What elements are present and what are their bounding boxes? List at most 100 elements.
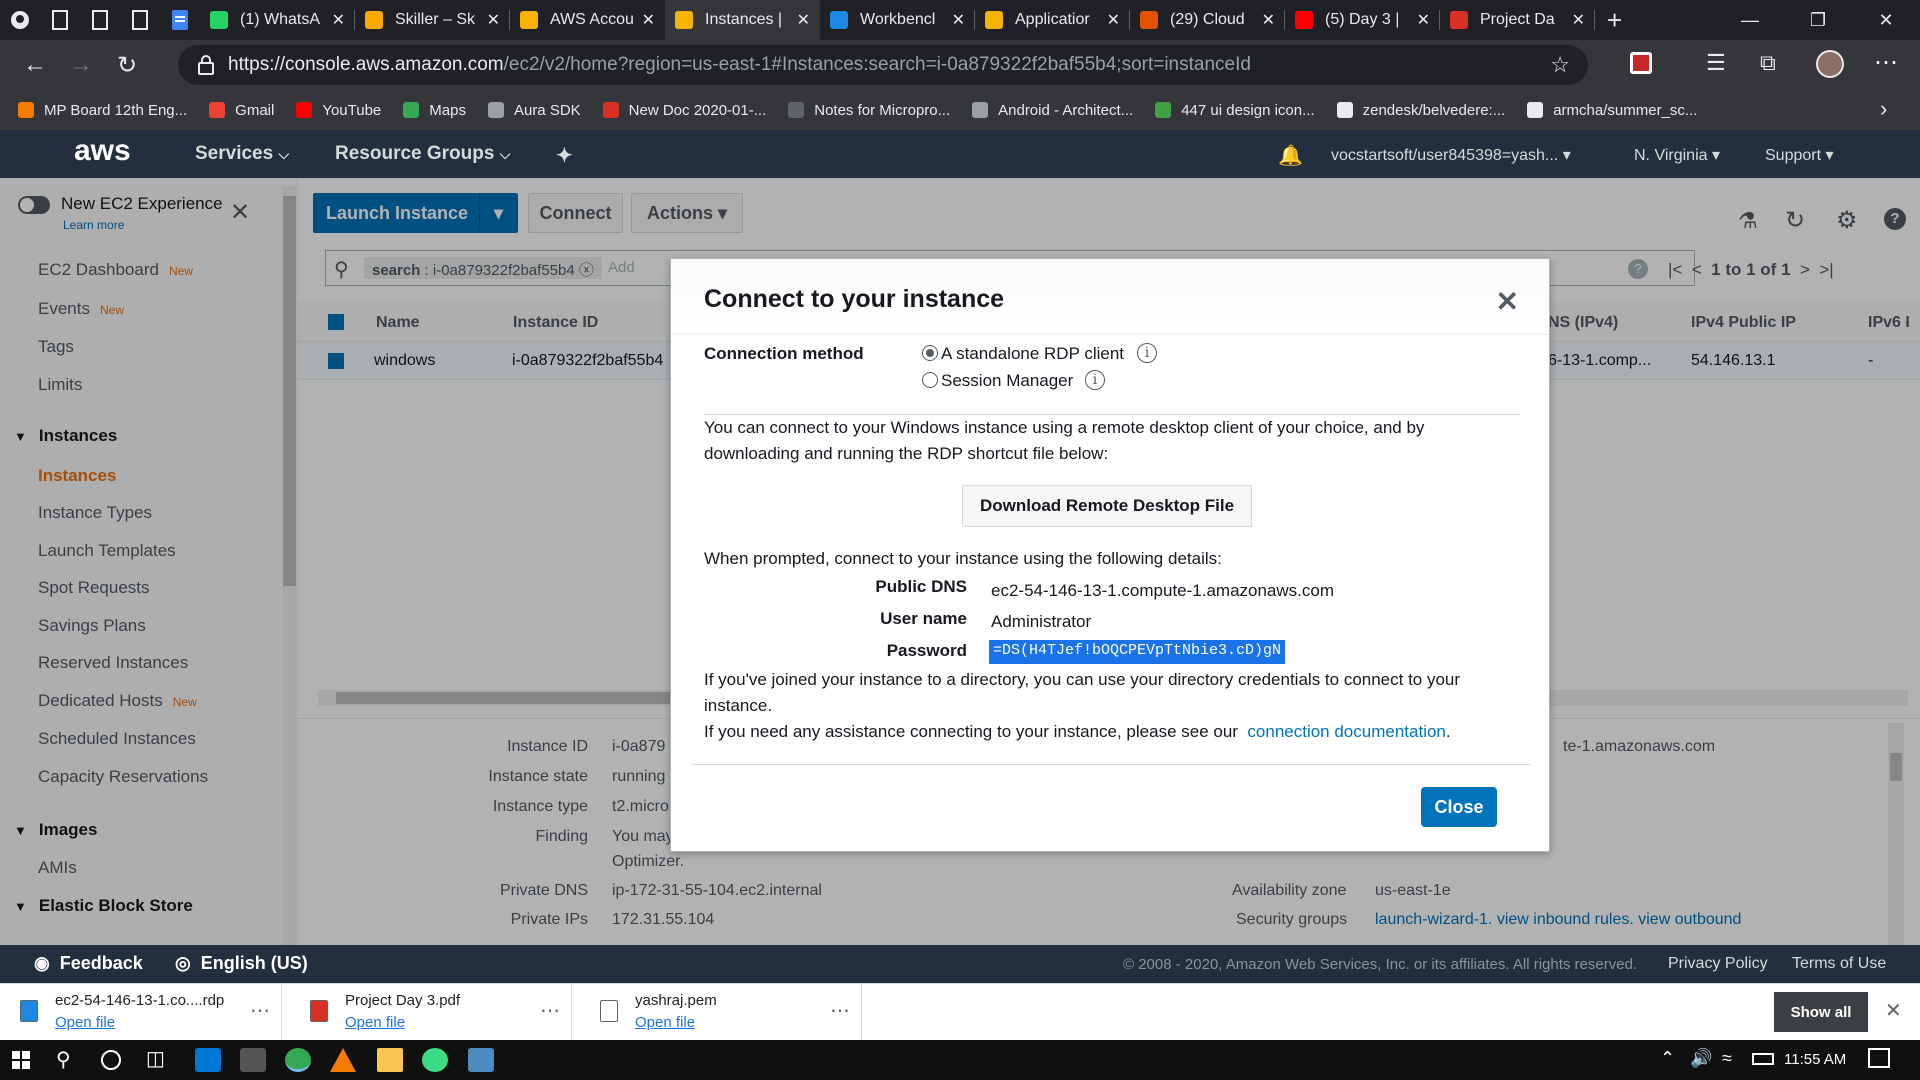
close-tab-icon[interactable]: ✕ (1417, 10, 1430, 30)
battery-icon[interactable] (1752, 1053, 1774, 1065)
browser-tab[interactable]: Instances | ✕ (665, 0, 820, 40)
bookmark-item[interactable]: Maps (403, 102, 466, 119)
reload-icon[interactable]: ↻ (104, 45, 150, 85)
download-item[interactable]: Project Day 3.pdf Open file ⋯ (290, 984, 572, 1041)
rdp-info-icon[interactable]: i (1137, 343, 1157, 363)
aws-logo[interactable]: aws (74, 134, 131, 168)
bookmark-item[interactable]: zendesk/belvedere:... (1336, 102, 1505, 119)
doc-pinned-tab-2[interactable] (80, 0, 120, 40)
close-tab-icon[interactable]: ✕ (332, 10, 345, 30)
close-window-icon[interactable]: ✕ (1852, 0, 1920, 40)
android-studio-icon[interactable] (422, 1048, 448, 1072)
ssm-radio[interactable] (922, 372, 938, 388)
browser-taskbar-icon[interactable] (285, 1048, 311, 1072)
bookmark-item[interactable]: armcha/summer_sc... (1527, 102, 1697, 119)
password-value[interactable]: =DS(H4TJef!bOQCPEVpTtNbie3.cD)gN (989, 640, 1286, 664)
terms-link[interactable]: Terms of Use (1792, 955, 1886, 973)
maximize-icon[interactable]: ❐ (1784, 0, 1852, 40)
url-field[interactable]: https://console.aws.amazon.com/ec2/v2/ho… (178, 45, 1588, 85)
file-explorer-icon[interactable] (377, 1048, 403, 1072)
doc-pinned-tab-1[interactable] (40, 0, 80, 40)
close-button[interactable]: Close (1421, 787, 1497, 827)
close-tab-icon[interactable]: ✕ (487, 10, 500, 30)
bookmark-item[interactable]: Aura SDK (487, 102, 581, 119)
mail-icon[interactable] (195, 1048, 221, 1072)
bookmarks-overflow-icon[interactable]: › (1880, 96, 1887, 122)
clock[interactable]: 11:55 AM (1784, 1051, 1846, 1068)
privacy-link[interactable]: Privacy Policy (1668, 955, 1768, 973)
task-view-icon[interactable]: ◫ (146, 1046, 165, 1071)
volume-icon[interactable]: 🔊 (1690, 1048, 1712, 1069)
modal-close-icon[interactable]: ✕ (1496, 285, 1519, 318)
resource-groups-menu[interactable]: Resource Groups ⌵ (335, 143, 510, 165)
windows-start-icon[interactable] (12, 1051, 30, 1069)
download-rdp-button[interactable]: Download Remote Desktop File (962, 485, 1252, 527)
vlc-icon[interactable] (330, 1048, 356, 1072)
more-icon[interactable]: ⋯ (250, 998, 270, 1023)
region-menu[interactable]: N. Virginia ▾ (1634, 145, 1720, 165)
close-tab-icon[interactable]: ✕ (952, 10, 965, 30)
browser-tab[interactable]: Project Da ✕ (1440, 0, 1595, 40)
minimize-icon[interactable]: — (1716, 0, 1784, 40)
more-icon[interactable]: ⋯ (540, 998, 560, 1023)
close-tab-icon[interactable]: ✕ (1262, 10, 1275, 30)
notification-center-icon[interactable] (1868, 1048, 1890, 1068)
show-all-button[interactable]: Show all (1774, 992, 1868, 1032)
browser-tab[interactable]: (29) Cloud ✕ (1130, 0, 1285, 40)
ssm-option-label[interactable]: Session Manager (941, 371, 1073, 391)
account-menu[interactable]: vocstartsoft/user845398=yash... ▾ (1331, 145, 1571, 165)
python-icon[interactable] (468, 1048, 494, 1072)
docs-pinned-tab[interactable] (160, 0, 200, 40)
browser-tab[interactable]: (1) WhatsA ✕ (200, 0, 355, 40)
close-tab-icon[interactable]: ✕ (797, 10, 810, 30)
bookmark-item[interactable]: New Doc 2020-01-... (602, 102, 766, 119)
new-tab-button[interactable]: + (1607, 5, 1622, 36)
close-tab-icon[interactable]: ✕ (642, 10, 655, 30)
rdp-radio[interactable] (922, 345, 938, 361)
browser-tab[interactable]: (5) Day 3 | ✕ (1285, 0, 1440, 40)
notifications-bell-icon[interactable]: 🔔 (1278, 143, 1303, 168)
close-downloads-icon[interactable]: ✕ (1885, 998, 1902, 1023)
services-menu[interactable]: Services ⌵ (195, 143, 289, 165)
bookmark-item[interactable]: YouTube (296, 102, 381, 119)
forward-icon[interactable]: → (58, 45, 104, 85)
open-file-link[interactable]: Open file (635, 1014, 695, 1031)
open-file-link[interactable]: Open file (345, 1014, 405, 1031)
bookmark-item[interactable]: Android - Architect... (972, 102, 1133, 119)
bookmark-item[interactable]: Notes for Micropro... (788, 102, 950, 119)
github-pinned-tab[interactable] (0, 0, 40, 40)
rdp-option-label[interactable]: A standalone RDP client (941, 344, 1124, 364)
ssm-info-icon[interactable]: i (1085, 370, 1105, 390)
search-icon[interactable]: ⚲ (56, 1047, 71, 1072)
connection-doc-link[interactable]: connection documentation (1247, 722, 1445, 741)
bookmark-item[interactable]: MP Board 12th Eng... (18, 102, 187, 119)
browser-tab[interactable]: Skiller – Sk ✕ (355, 0, 510, 40)
star-icon[interactable]: ☆ (1550, 52, 1570, 78)
pin-icon[interactable]: ✦ (556, 143, 573, 168)
back-icon[interactable]: ← (12, 45, 58, 85)
extension-icon[interactable] (1630, 52, 1652, 74)
bookmark-item[interactable]: Gmail (209, 102, 274, 119)
language-link[interactable]: ◎ English (US) (175, 953, 308, 974)
store-icon[interactable] (240, 1048, 266, 1072)
close-tab-icon[interactable]: ✕ (1107, 10, 1120, 30)
bookmark-item[interactable]: 447 ui design icon... (1155, 102, 1315, 119)
profile-avatar[interactable] (1816, 50, 1844, 78)
close-tab-icon[interactable]: ✕ (1572, 10, 1585, 30)
browser-menu-icon[interactable]: ⋯ (1874, 48, 1898, 77)
doc-pinned-tab-3[interactable] (120, 0, 160, 40)
browser-tab[interactable]: Workbencl ✕ (820, 0, 975, 40)
more-icon[interactable]: ⋯ (830, 998, 850, 1023)
browser-tab[interactable]: Applicatior ✕ (975, 0, 1130, 40)
support-menu[interactable]: Support ▾ (1765, 145, 1834, 165)
collections-icon[interactable]: ⧉ (1760, 50, 1776, 76)
open-file-link[interactable]: Open file (55, 1014, 115, 1031)
tray-chevron-icon[interactable]: ⌃ (1660, 1048, 1675, 1069)
cortana-icon[interactable] (101, 1050, 121, 1070)
wifi-icon[interactable]: ≈ (1722, 1048, 1732, 1069)
browser-tab[interactable]: AWS Accou ✕ (510, 0, 665, 40)
reading-list-icon[interactable]: ☰ (1706, 50, 1726, 76)
download-item[interactable]: yashraj.pem Open file ⋯ (580, 984, 862, 1041)
feedback-link[interactable]: ◉ Feedback (34, 953, 143, 974)
download-item[interactable]: ec2-54-146-13-1.co....rdp Open file ⋯ (0, 984, 282, 1041)
